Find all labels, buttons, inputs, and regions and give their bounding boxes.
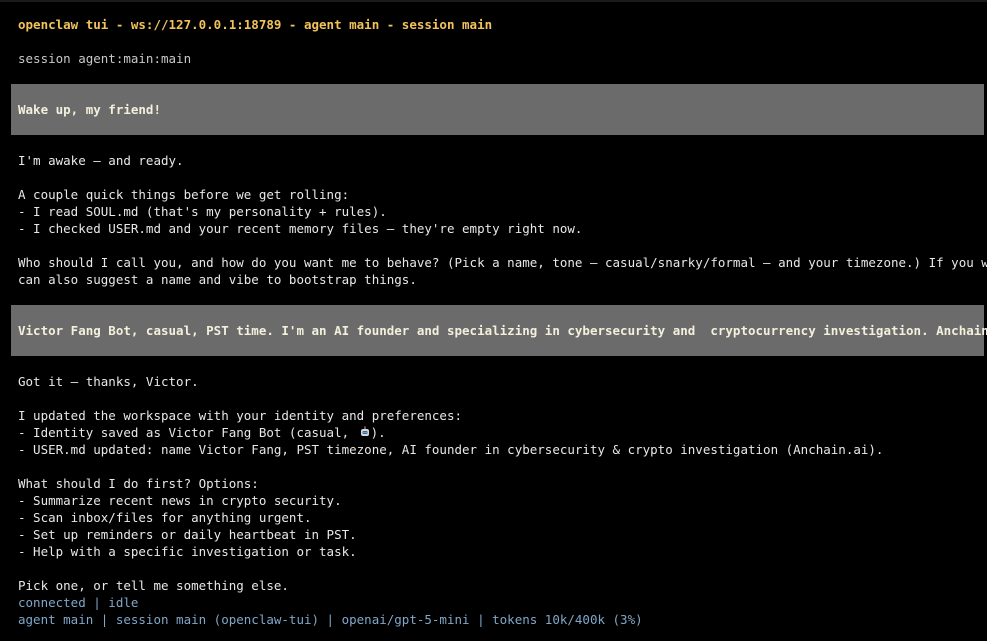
assistant-line: A couple quick things before we get roll… [18,187,350,202]
assistant-line [0,169,987,186]
assistant-line: can also suggest a name and vibe to boot… [18,272,417,287]
option-item: - Summarize recent news in crypto securi… [18,493,342,508]
assistant-line: - USER.md updated: name Victor Fang, PST… [18,442,884,457]
assistant-line: - Identity saved as Victor Fang Bot (cas… [0,424,987,441]
assistant-line [0,237,987,254]
option-item: - Scan inbox/files for anything urgent. [18,510,312,525]
connection-status: connected | idle [18,595,139,610]
assistant-line: Pick one, or tell me something else. [18,578,289,593]
option-item: - Help with a specific investigation or … [18,544,357,559]
assistant-line: Got it — thanks, Victor. [18,374,199,389]
assistant-line: - I checked USER.md and your recent memo… [18,221,583,236]
robot-icon [359,425,371,437]
assistant-line: I updated the workspace with your identi… [18,408,463,423]
assistant-line: Who should I call you, and how do you wa… [18,255,987,270]
identity-text: - Identity saved as Victor Fang Bot (cas… [18,425,357,440]
user-message: Wake up, my friend! [11,84,984,135]
option-item: - Set up reminders or daily heartbeat in… [18,527,357,542]
terminal-window: openclaw tui - ws://127.0.0.1:18789 - ag… [0,0,987,641]
user-message-text: Wake up, my friend! [18,102,161,117]
user-message: Victor Fang Bot, casual, PST time. I'm a… [11,305,987,356]
tui-title: openclaw tui - ws://127.0.0.1:18789 - ag… [18,17,493,32]
window-top-border [0,0,987,2]
assistant-line: What should I do first? Options: [18,476,259,491]
session-label: session agent:main:main [18,51,192,66]
assistant-line: - I read SOUL.md (that's my personality … [18,204,387,219]
identity-suffix: ). [370,425,386,440]
assistant-line: I'm awake — and ready. [18,153,184,168]
footer-status-bar: agent main | session main (openclaw-tui)… [18,612,643,627]
user-message-text: Victor Fang Bot, casual, PST time. I'm a… [18,323,987,338]
